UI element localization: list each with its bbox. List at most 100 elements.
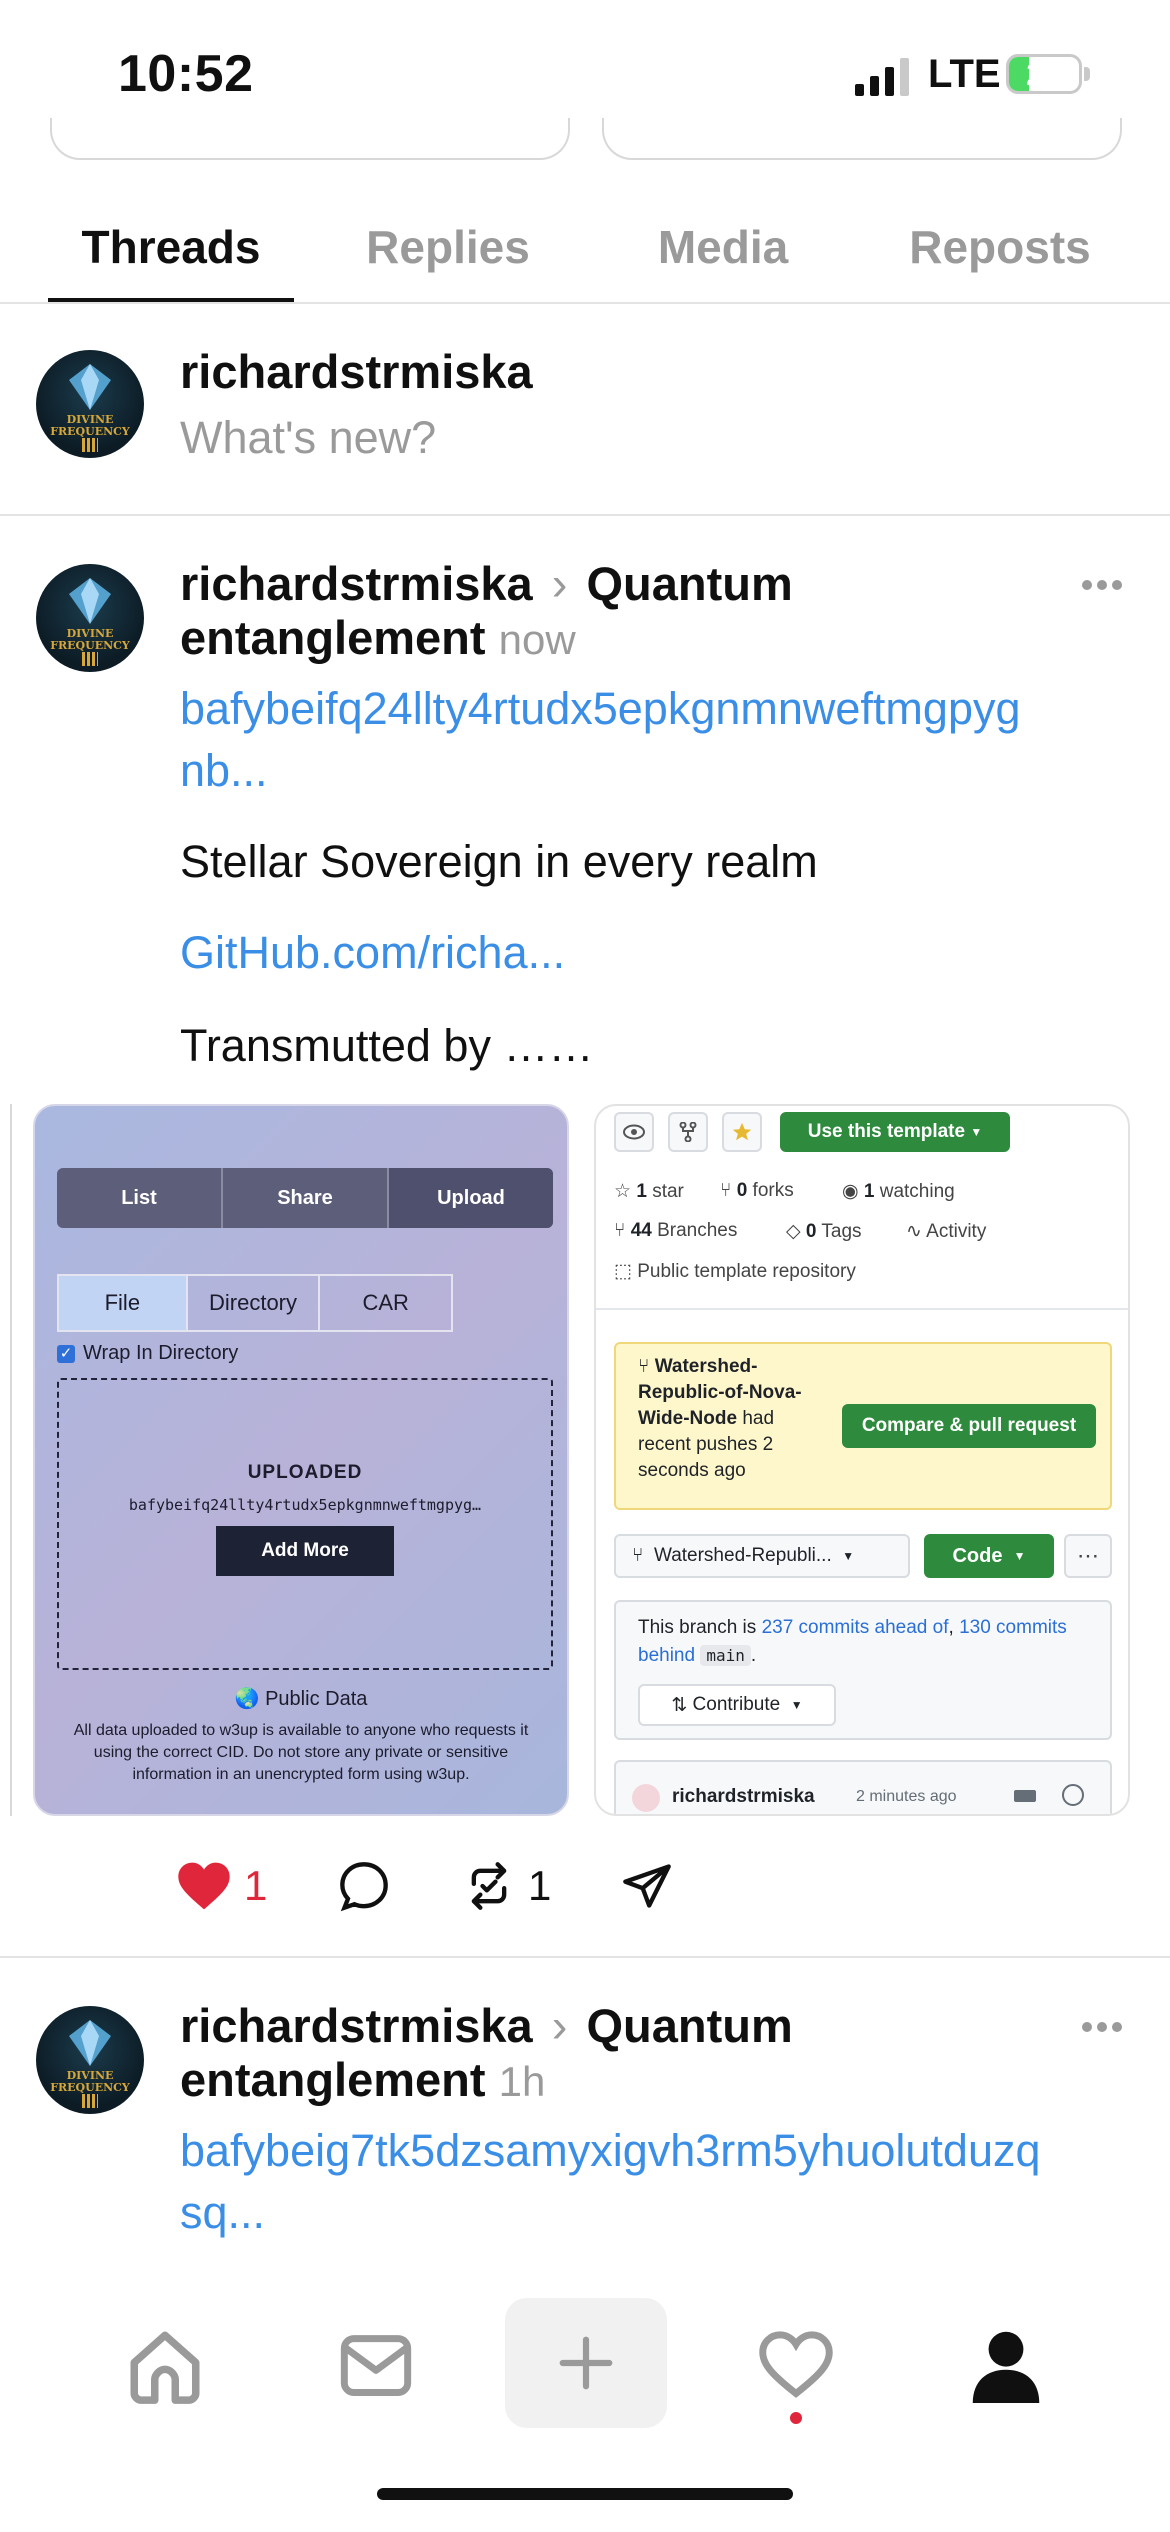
share-send-icon[interactable] <box>620 1860 674 1912</box>
uploaded-title: UPLOADED <box>247 1462 363 1483</box>
create-post-button[interactable] <box>505 2298 667 2428</box>
watching-count: 1 <box>863 1181 875 1202</box>
base-branch: main <box>700 1645 751 1666</box>
tab-replies[interactable]: Replies <box>338 220 558 274</box>
comment-icon[interactable] <box>338 1860 390 1912</box>
repo-type-label: Public template repository <box>637 1261 856 1282</box>
stars-count: 1 <box>636 1181 647 1202</box>
branch-icon: ⑂ <box>632 1545 644 1566</box>
commit-time: 2 minutes ago <box>856 1788 957 1805</box>
post-time: now <box>498 616 576 663</box>
avatar[interactable]: DIVINE FREQUENCY <box>36 350 144 458</box>
crystal-icon <box>69 578 111 624</box>
public-data-text: All data uploaded to w3up is available t… <box>73 1722 529 1783</box>
profile-icon[interactable] <box>968 2326 1044 2404</box>
home-icon[interactable] <box>124 2328 206 2404</box>
branch-status-text: This branch is 237 commits ahead of, 130… <box>638 1617 1067 1666</box>
qr-icon <box>82 652 98 666</box>
tab-media[interactable]: Media <box>618 220 828 274</box>
eye-icon <box>614 1112 654 1152</box>
public-data-title: 🌏 Public Data <box>35 1686 567 1711</box>
post-topic[interactable]: Quantum <box>586 557 792 610</box>
upload-type-car: CAR <box>362 1290 409 1315</box>
add-more-button: Add More <box>216 1526 394 1576</box>
eye-small-icon: ◉ <box>842 1181 859 1202</box>
upload-screenshot-card[interactable]: List Share Upload File Directory CAR ✓ W… <box>33 1104 569 1816</box>
repost-count: 1 <box>528 1862 552 1909</box>
tags-label: Tags <box>821 1221 862 1242</box>
forks-count: 0 <box>736 1180 748 1201</box>
contribute-label: Contribute <box>692 1694 781 1715</box>
more-icon: ⋯ <box>1064 1534 1112 1578</box>
compare-pull-request-button: Compare & pull request <box>842 1404 1096 1448</box>
avatar[interactable]: DIVINE FREQUENCY <box>36 564 144 672</box>
commit-user: richardstrmiska <box>672 1786 815 1807</box>
public-data-label: Public Data <box>265 1688 368 1710</box>
network-type: LTE <box>928 52 1001 96</box>
post-topic[interactable]: Quantum <box>586 1999 792 2052</box>
heart-filled-icon[interactable] <box>176 1860 232 1912</box>
home-indicator <box>377 2488 793 2500</box>
activity-stat: ∿ Activity <box>906 1220 986 1243</box>
repost-icon[interactable] <box>462 1860 516 1912</box>
qr-icon <box>82 438 98 452</box>
use-template-label: Use this template <box>807 1121 966 1142</box>
post-cid-line2: sq... <box>180 2187 266 2238</box>
profile-button-right[interactable] <box>602 118 1122 160</box>
post-topic-continued[interactable]: entanglement <box>180 2053 486 2106</box>
carousel-previous-card[interactable] <box>0 1104 12 1816</box>
qr-icon <box>82 2094 98 2108</box>
upload-type-tabs: File Directory CAR <box>57 1274 453 1332</box>
more-options-icon[interactable] <box>1082 2022 1122 2032</box>
branches-stat: ⑂ 44 Branches <box>614 1220 737 1242</box>
like-count: 1 <box>244 1862 268 1909</box>
branches-count: 44 <box>630 1220 652 1241</box>
recent-push-banner: ⑂ Watershed-Republic-of-Nova-Wide-Node h… <box>614 1342 1112 1510</box>
divider <box>0 514 1170 516</box>
wrap-label: Wrap In Directory <box>83 1342 239 1364</box>
post-time: 1h <box>498 2058 546 2105</box>
more-options-icon[interactable] <box>1082 580 1122 590</box>
cellular-signal-icon <box>855 58 909 96</box>
branches-label: Branches <box>657 1220 738 1241</box>
upload-tabs: List Share Upload <box>57 1168 553 1228</box>
tab-reposts[interactable]: Reposts <box>880 220 1120 274</box>
star-outline-icon: ☆ <box>614 1181 632 1202</box>
tab-threads[interactable]: Threads <box>48 220 294 274</box>
github-screenshot-card[interactable]: Use this template ▼ ☆ 1 star ⑂ 0 forks ◉… <box>594 1104 1130 1816</box>
forks-label: forks <box>752 1180 794 1201</box>
activity-heart-icon[interactable] <box>758 2330 834 2400</box>
post-text-2: Transmutted by …… <box>180 1020 594 1071</box>
commit-avatar <box>632 1784 660 1812</box>
avatar[interactable]: DIVINE FREQUENCY <box>36 2006 144 2114</box>
star-filled-icon <box>722 1112 762 1152</box>
caret-down-icon: ▼ <box>842 1549 855 1563</box>
composer-input[interactable]: What's new? <box>180 412 436 464</box>
forks-stat: ⑂ 0 forks <box>720 1180 794 1202</box>
battery-percent: 29 <box>1026 56 1062 92</box>
code-label: Code <box>952 1544 1003 1567</box>
post-topic-continued[interactable]: entanglement <box>180 611 486 664</box>
post-header-line2: entanglement 1h <box>180 2052 545 2107</box>
divider <box>0 1956 1170 1958</box>
caret-down-icon: ▼ <box>790 1698 803 1712</box>
post-cid-link[interactable]: bafybeifq24llty4rtudx5epkgnmnweftmgpyg n… <box>180 678 1021 802</box>
contribute-button: ⇅ Contribute ▼ <box>638 1684 836 1726</box>
upload-tab-share: Share <box>223 1168 389 1228</box>
post-cid-link[interactable]: bafybeig7tk5dzsamyxigvh3rm5yhuolutduzq s… <box>180 2120 1041 2244</box>
branch-icon: ⑂ <box>638 1356 650 1377</box>
post-text: Stellar Sovereign in every realm <box>180 836 818 887</box>
post-cid-line2: nb... <box>180 745 268 796</box>
inbox-icon[interactable] <box>338 2328 414 2400</box>
ahead-prefix: This branch is <box>638 1617 757 1638</box>
drop-zone: UPLOADED bafybeifq24llty4rtudx5epkgnmnwe… <box>57 1378 553 1670</box>
post-username[interactable]: richardstrmiska <box>180 1999 533 2052</box>
activity-label: Activity <box>926 1221 987 1242</box>
tags-count: 0 <box>805 1221 817 1242</box>
post-header: richardstrmiska › Quantum <box>180 556 793 611</box>
post-username[interactable]: richardstrmiska <box>180 557 533 610</box>
profile-button-left[interactable] <box>50 118 570 160</box>
post-cid-line1: bafybeig7tk5dzsamyxigvh3rm5yhuolutduzq <box>180 2125 1041 2176</box>
post-github-link[interactable]: GitHub.com/richa... <box>180 922 565 984</box>
post-cid-line1: bafybeifq24llty4rtudx5epkgnmnweftmgpyg <box>180 683 1021 734</box>
